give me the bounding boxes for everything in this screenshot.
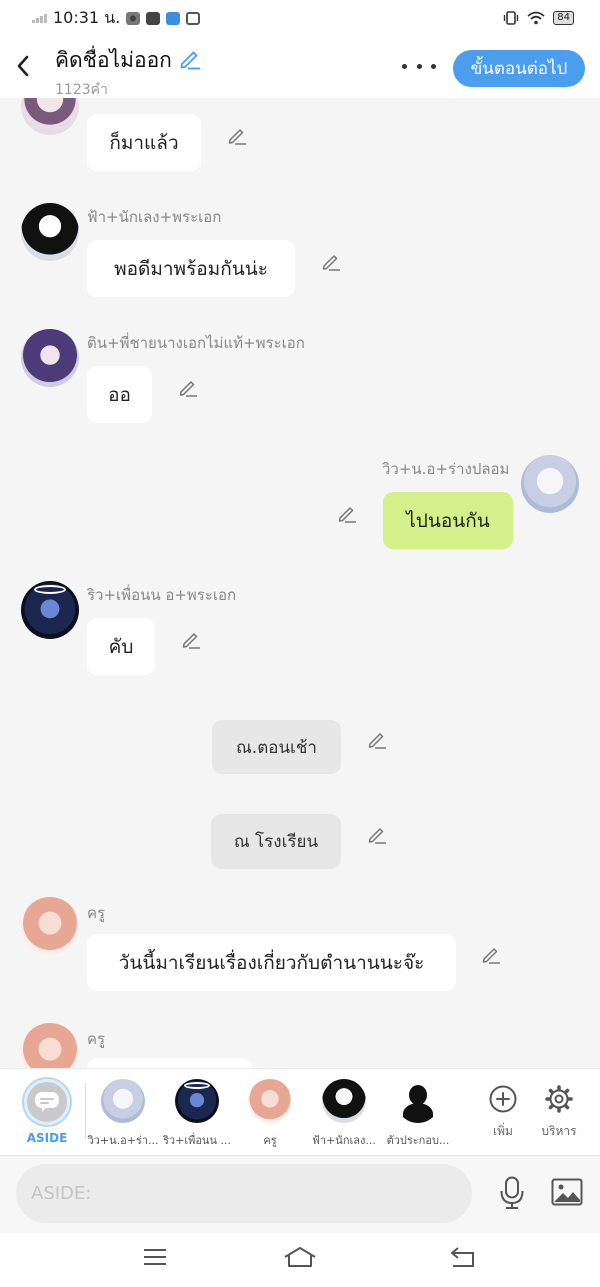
vibrate-icon [504,11,519,25]
character-option-label[interactable]: วิว+น.อ+ร่า... [83,1131,163,1149]
edit-message-icon[interactable] [366,823,388,845]
character-option-avatar[interactable] [396,1079,440,1123]
pinwheel-icon [126,11,141,25]
halo-mark [184,1082,210,1089]
voice-input-button[interactable] [496,1173,528,1213]
sender-name: ติน+พี่ชายนางเอกไม่แท้+พระเอก [87,334,305,352]
app-icon [166,11,181,25]
status-time: 10:31 น. [53,7,121,27]
manage-characters-button[interactable] [539,1079,579,1119]
image-icon [551,1178,583,1206]
insert-image-button[interactable] [550,1175,584,1209]
character-option-avatar[interactable] [322,1079,366,1123]
narration-bubble[interactable]: ณ โรงเรียน [211,814,341,869]
edit-title-button[interactable] [178,46,202,75]
return-arrow-icon [451,1247,474,1267]
recent-apps-button[interactable] [140,1245,170,1269]
sender-name: ครู [87,904,106,922]
edit-message-icon[interactable] [366,728,388,750]
menu-lines-icon [144,1249,166,1265]
character-selector-bar: ASIDE วิว+น.อ+ร่า... ริว+เพื่อนน ... ครู… [0,1068,600,1155]
top-app-bar: คิดชื่อไม่ออก 1123คำ ขั้นตอนต่อไป [0,36,600,98]
halo-mark [34,585,66,594]
message-bubble[interactable]: ไปนอนกัน [383,492,513,549]
edit-message-icon[interactable] [177,376,199,398]
message-bubble[interactable]: ก็มาแล้ว [87,114,201,171]
home-button[interactable] [283,1245,317,1269]
youtube-icon [146,11,161,25]
plus-circle-icon [489,1085,517,1113]
character-option-avatar[interactable] [248,1079,292,1123]
character-option-label[interactable]: ริว+เพื่อนน ... [157,1131,237,1149]
message-bubble[interactable]: พอดีมาพร้อมกันน่ะ [87,240,295,297]
aside-label: ASIDE [26,1131,68,1145]
status-bar: 10:31 น. 84 [0,0,600,36]
edit-message-icon[interactable] [320,250,342,272]
system-navigation-bar [0,1233,600,1287]
instagram-icon [186,11,201,25]
character-avatar[interactable] [521,455,579,513]
character-option-avatar[interactable] [175,1079,219,1123]
character-option-label[interactable]: ฟ้า+นักเลง... [304,1131,384,1149]
edit-message-icon[interactable] [480,943,502,965]
more-options-button[interactable] [402,56,436,76]
wifi-icon [527,11,545,25]
manage-characters-label: บริหาร [541,1124,577,1138]
message-input[interactable] [16,1164,472,1223]
add-character-button[interactable] [483,1079,523,1119]
story-title-area: คิดชื่อไม่ออก 1123คำ [55,44,202,101]
gear-icon [545,1085,573,1113]
character-avatar[interactable] [21,98,79,135]
sender-name: ริว+เพื่อนน อ+พระเอก [87,586,237,604]
message-bubble[interactable] [87,1058,252,1068]
message-bubble[interactable]: คับ [87,618,155,675]
next-step-button[interactable]: ขั้นตอนต่อไป [453,50,585,87]
sender-name: วิว+น.อ+ร่างปลอม [382,460,510,478]
character-avatar[interactable] [21,203,79,261]
character-option-avatar[interactable] [101,1079,145,1123]
sender-name: ครู [87,1030,106,1048]
back-nav-button[interactable] [448,1245,478,1269]
chat-area[interactable]: ก็มาแล้ว ฟ้า+นักเลง+พระเอก พอดีมาพร้อมกั… [0,98,600,1068]
character-option-label[interactable]: ครู [230,1131,310,1149]
character-avatar[interactable] [21,581,79,639]
aside-button[interactable] [24,1079,70,1125]
home-icon [284,1247,316,1267]
message-bubble[interactable]: ออ [87,366,152,423]
sender-name: ฟ้า+นักเลง+พระเอก [87,208,222,226]
story-title: คิดชื่อไม่ออก [55,48,172,72]
chevron-left-icon [17,55,29,77]
speech-bubble-icon [35,1092,59,1112]
pencil-icon [180,51,200,70]
edit-message-icon[interactable] [226,124,248,146]
message-input-bar [0,1155,600,1233]
character-avatar[interactable] [21,897,79,955]
add-character-label: เพิ่ม [493,1124,513,1138]
battery-indicator: 84 [553,11,574,25]
microphone-icon [500,1176,524,1209]
character-avatar[interactable] [21,1023,79,1068]
narration-bubble[interactable]: ณ.ตอนเช้า [212,720,341,774]
edit-message-icon[interactable] [180,628,202,650]
weak-signal-icon [32,13,47,23]
character-option-label[interactable]: ตัวประกอบ... [378,1131,458,1149]
message-bubble[interactable]: วันนี้มาเรียนเรื่องเกี่ยวกับตำนานนะจ๊ะ [87,934,456,991]
character-avatar[interactable] [21,329,79,387]
back-button[interactable] [8,48,38,84]
edit-message-icon[interactable] [336,502,358,524]
